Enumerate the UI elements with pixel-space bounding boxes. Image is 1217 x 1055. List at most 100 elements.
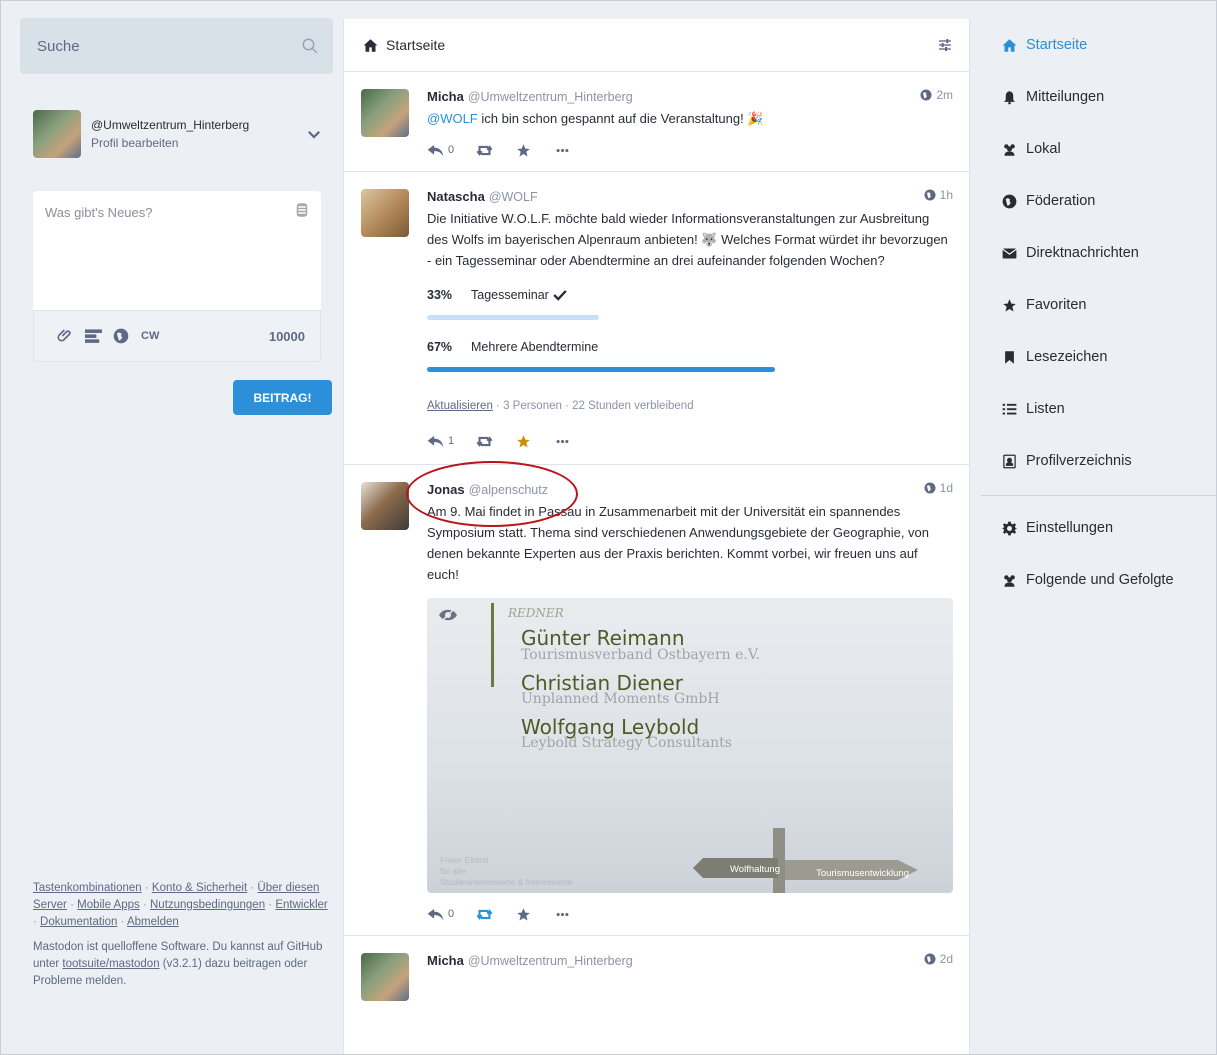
media-attachment[interactable]: REDNER Günter Reimann Tourismusverband O… [427, 598, 953, 893]
poll-meta: · 3 Personen · 22 Stunden verbleibend [492, 400, 694, 412]
compose-textarea[interactable]: Was gibt's Neues? [33, 191, 321, 310]
footer-link-apps[interactable]: Mobile Apps [77, 899, 140, 911]
status-timestamp[interactable]: 1d [924, 481, 953, 495]
nav-bookmarks[interactable]: Lesezeichen [981, 331, 1217, 383]
boost-button[interactable] [476, 434, 493, 449]
status-account[interactable]: @WOLF [489, 190, 538, 204]
retweet-icon [476, 144, 493, 156]
attachment-side-note: Freier Eintritt für alle Studieninteress… [440, 855, 572, 888]
nav-home[interactable]: Startseite [981, 19, 1217, 71]
status[interactable]: Natascha @WOLF 1h Die Initiative W.O.L.F… [344, 172, 969, 465]
nav-label: Profilverzeichnis [1026, 453, 1132, 469]
footer-link-docs[interactable]: Dokumentation [40, 916, 117, 928]
retweet-icon [476, 435, 493, 447]
avatar[interactable] [361, 189, 409, 237]
status-timestamp[interactable]: 2d [924, 952, 953, 966]
nav-preferences[interactable]: Einstellungen [981, 502, 1217, 554]
favourite-button[interactable] [515, 143, 532, 158]
nav-notifications[interactable]: Mitteilungen [981, 71, 1217, 123]
side-note-line: Freier Eintritt [440, 855, 489, 865]
status-content: @WOLF ich bin schon gespannt auf die Ver… [427, 108, 953, 129]
envelope-icon [1002, 248, 1017, 258]
reply-count: 0 [448, 908, 455, 920]
signpost-graphic [693, 828, 918, 893]
side-note-line: Studieninteressierte & Interessierte [440, 877, 573, 887]
more-button[interactable] [554, 143, 571, 158]
footer-link-security[interactable]: Konto & Sicherheit [152, 882, 247, 894]
footer: Tastenkombinationen · Konto & Sicherheit… [33, 880, 333, 990]
footer-link-logout[interactable]: Abmelden [127, 916, 179, 928]
column-header[interactable]: Startseite [344, 19, 969, 72]
nav-label: Direktnachrichten [1026, 245, 1139, 261]
poll-refresh-link[interactable]: Aktualisieren [427, 400, 493, 412]
publish-button[interactable]: BEITRAG! [233, 380, 332, 415]
retweet-icon [476, 908, 493, 920]
footer-link-hotkeys[interactable]: Tastenkombinationen [33, 882, 142, 894]
star-icon [517, 143, 530, 156]
status-display-name[interactable]: Micha [427, 953, 464, 968]
nav-favourites[interactable]: Favoriten [981, 279, 1217, 331]
favourite-button[interactable] [515, 434, 532, 449]
sliders-icon[interactable] [937, 37, 953, 53]
nav-directory[interactable]: Profilverzeichnis [981, 435, 1217, 487]
poll-icon[interactable] [83, 327, 103, 345]
eye-slash-icon[interactable] [439, 608, 457, 622]
cog-icon [1002, 521, 1017, 535]
emoji-picker-icon[interactable] [293, 201, 311, 219]
edit-profile-link[interactable]: Profil bearbeiten [91, 136, 299, 150]
footer-link-developers[interactable]: Entwickler [275, 899, 327, 911]
boost-button[interactable] [476, 907, 493, 922]
search-icon[interactable] [301, 37, 319, 55]
footer-version: (v3.2.1) [159, 958, 202, 970]
footer-links: Tastenkombinationen · Konto & Sicherheit… [33, 882, 328, 928]
footer-link-github[interactable]: tootsuite/mastodon [62, 958, 159, 970]
boost-button[interactable] [476, 143, 493, 158]
nav-label: Mitteilungen [1026, 89, 1105, 105]
address-book-icon [1003, 454, 1016, 468]
nav-federated[interactable]: Föderation [981, 175, 1217, 227]
nav-label: Föderation [1026, 193, 1096, 209]
status-account[interactable]: @Umweltzentrum_Hinterberg [468, 954, 633, 968]
poll-option: 67% Mehrere Abendtermine [427, 340, 953, 392]
status-timestamp[interactable]: 1h [924, 188, 953, 202]
profile-handle[interactable]: @Umweltzentrum_Hinterberg [91, 118, 299, 132]
status-timestamp[interactable]: 2m [920, 88, 953, 102]
reply-button[interactable]: 0 [427, 143, 454, 158]
nav-label: Folgende und Gefolgte [1026, 572, 1174, 588]
more-button[interactable] [554, 907, 571, 922]
reply-button[interactable]: 0 [427, 907, 454, 922]
more-button[interactable] [554, 434, 571, 449]
navigation-panel: Startseite Mitteilungen Lokal Föderation… [981, 19, 1217, 606]
status-display-name[interactable]: Micha [427, 89, 464, 104]
globe-icon [924, 953, 936, 965]
nav-direct[interactable]: Direktnachrichten [981, 227, 1217, 279]
avatar[interactable] [361, 953, 409, 1001]
status[interactable]: Micha @Umweltzentrum_Hinterberg 2m @WOLF… [344, 72, 969, 172]
nav-local[interactable]: Lokal [981, 123, 1217, 175]
globe-icon [1002, 194, 1017, 208]
content-warning-button[interactable]: CW [141, 330, 159, 342]
status-account[interactable]: @Umweltzentrum_Hinterberg [468, 90, 633, 104]
search-input[interactable]: Suche [37, 38, 80, 55]
status[interactable]: Jonas @alpenschutz 1d Am 9. Mai findet i… [344, 465, 969, 936]
chevron-down-icon[interactable] [305, 125, 323, 143]
home-icon [1002, 38, 1017, 52]
paperclip-icon[interactable] [55, 327, 75, 345]
account-header: @Umweltzentrum_Hinterberg Profil bearbei… [20, 110, 333, 158]
footer-link-terms[interactable]: Nutzungsbedingungen [150, 899, 265, 911]
globe-icon[interactable] [111, 327, 131, 345]
nav-lists[interactable]: Listen [981, 383, 1217, 435]
status-content: Die Initiative W.O.L.F. möchte bald wied… [427, 211, 948, 268]
status[interactable]: Micha @Umweltzentrum_Hinterberg 2d [344, 936, 969, 1001]
avatar[interactable] [361, 89, 409, 137]
reply-button[interactable]: 1 [427, 434, 454, 449]
avatar[interactable] [361, 482, 409, 530]
status-time-value: 2d [939, 952, 953, 966]
mention-link[interactable]: @WOLF [427, 111, 478, 126]
poll-option: 33% Tagesseminar [427, 288, 953, 340]
nav-follows-and-followers[interactable]: Folgende und Gefolgte [981, 554, 1217, 606]
status-display-name[interactable]: Natascha [427, 189, 485, 204]
search-bar[interactable]: Suche [20, 18, 333, 74]
avatar[interactable] [33, 110, 81, 158]
favourite-button[interactable] [515, 907, 532, 922]
